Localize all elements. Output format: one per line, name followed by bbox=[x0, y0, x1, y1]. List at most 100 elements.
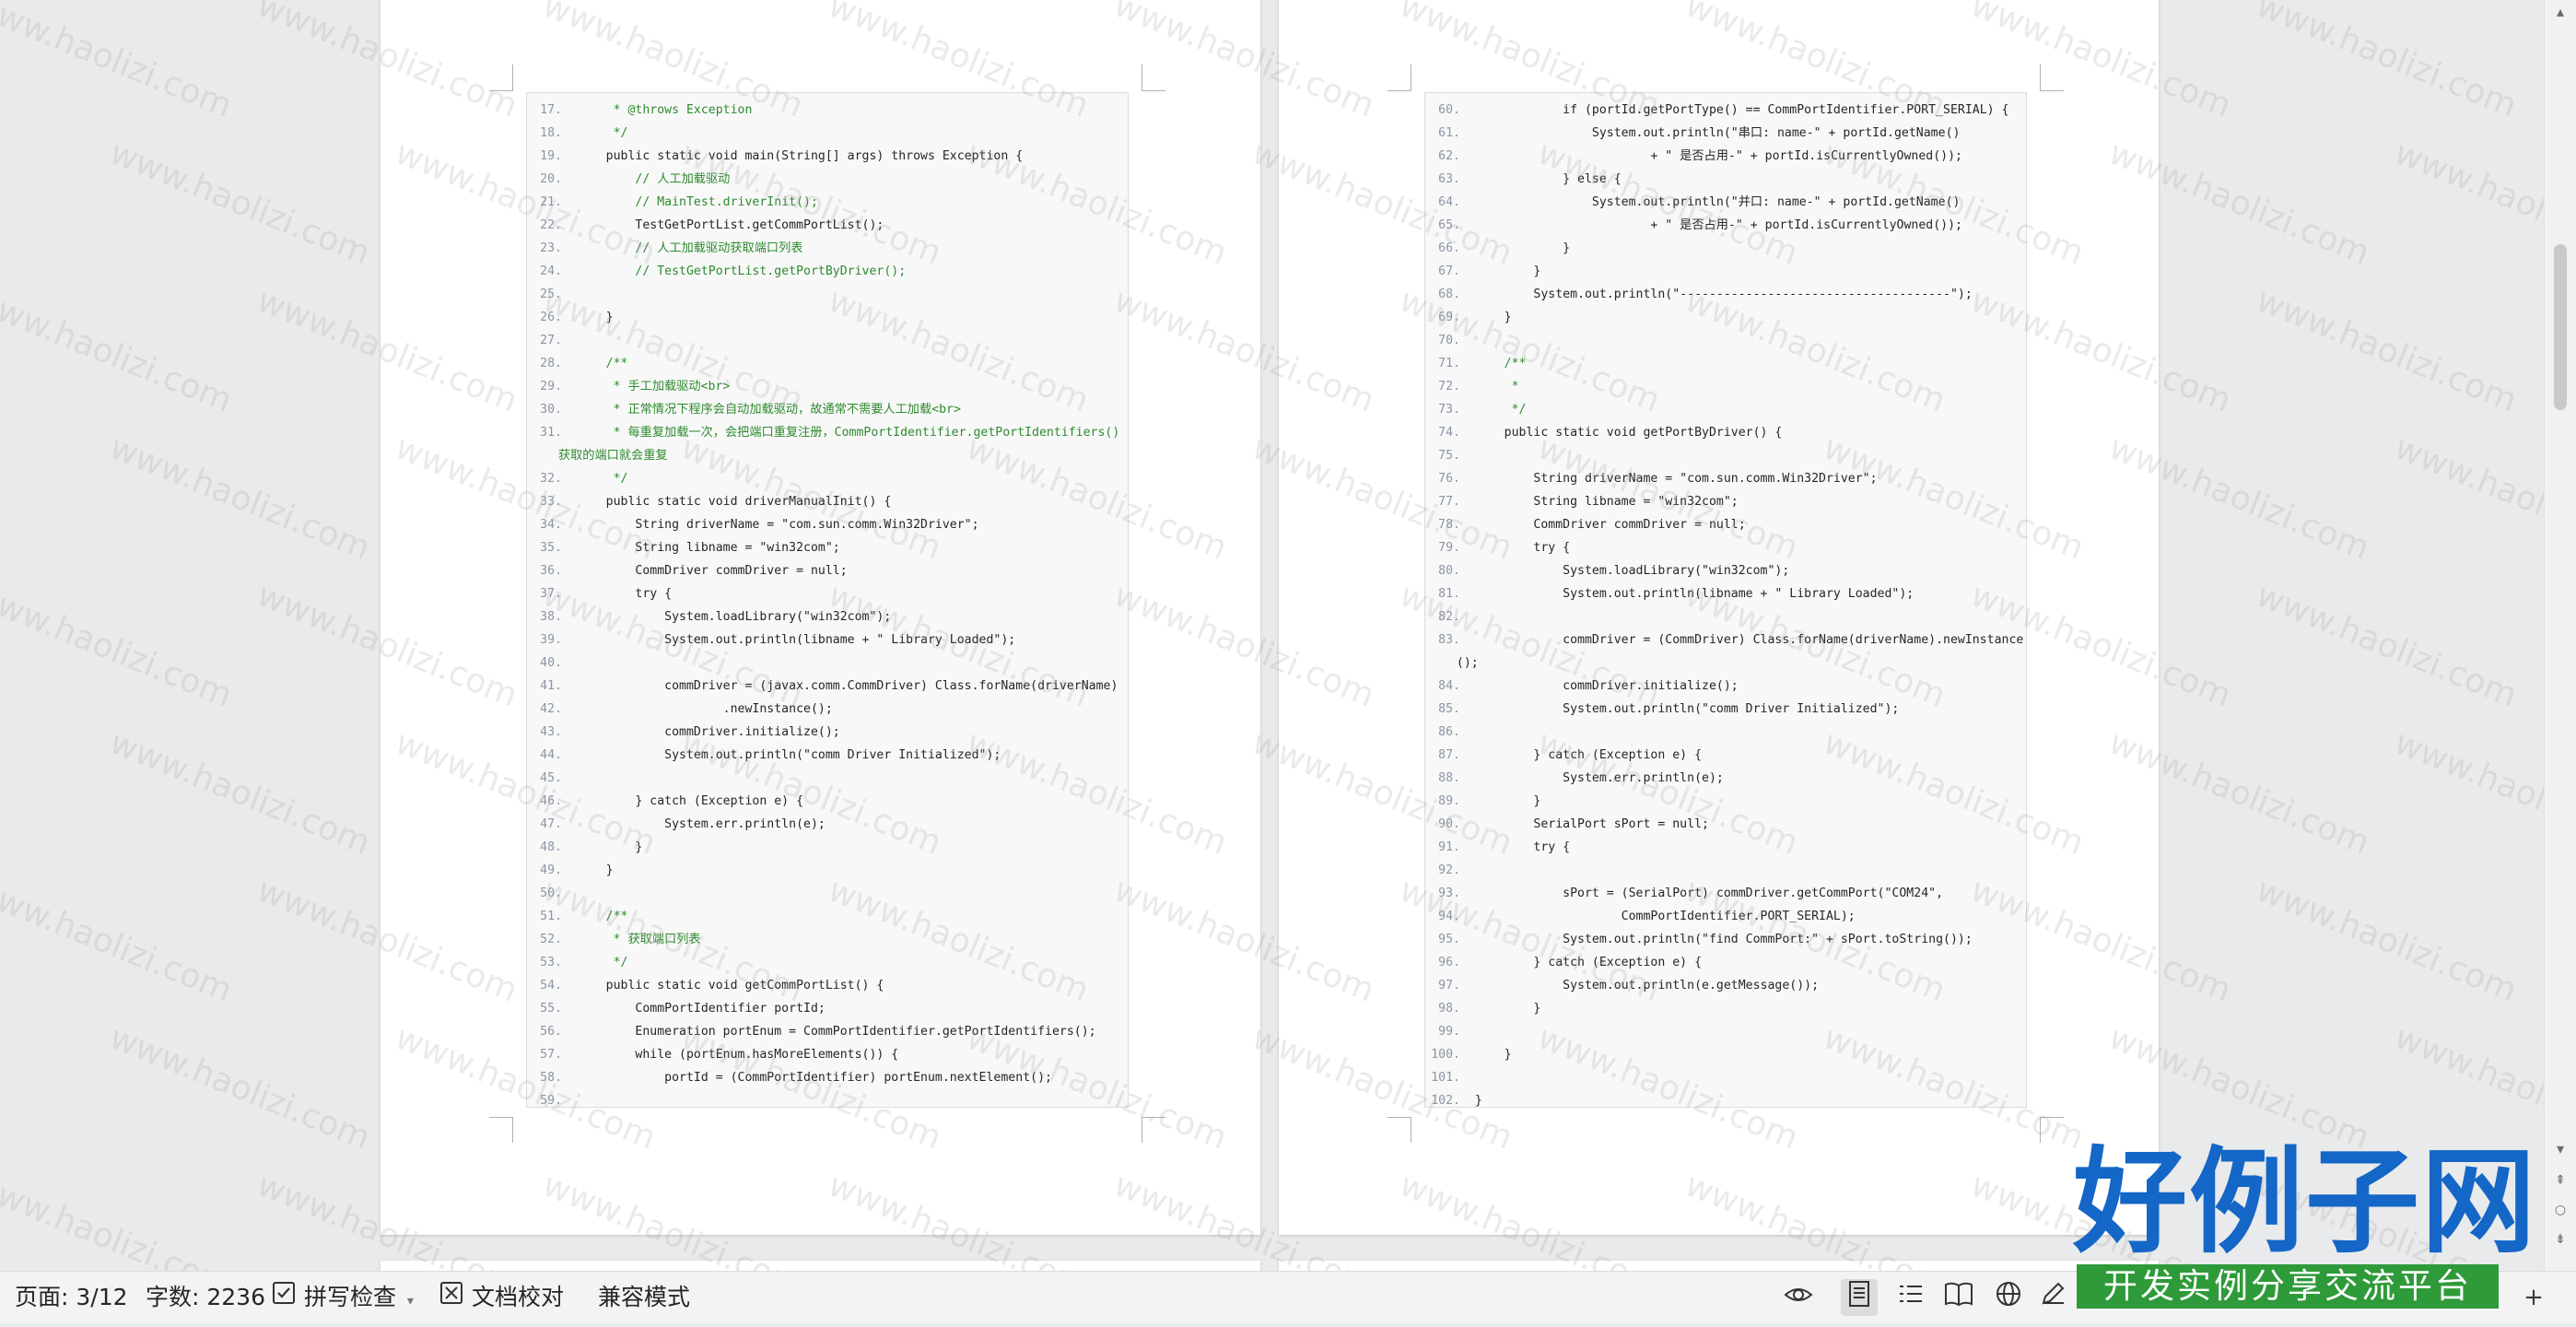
code-text: CommPortIdentifier portId; bbox=[562, 1002, 825, 1016]
code-text: commDriver = (CommDriver) Class.forName(… bbox=[1460, 633, 2024, 647]
plus-icon[interactable]: + bbox=[2515, 1279, 2552, 1316]
next-page-icon[interactable]: ⇟ bbox=[2550, 1229, 2570, 1250]
page-indicator[interactable]: 页面: 3/12 bbox=[15, 1272, 128, 1323]
word-count[interactable]: 字数: 2236 bbox=[146, 1272, 265, 1323]
checkbox-icon bbox=[271, 1273, 297, 1324]
line-number: 51. bbox=[540, 910, 562, 923]
code-line: 68. System.out.println("----------------… bbox=[1425, 283, 2026, 306]
code-text: String libname = "win32com"; bbox=[1460, 495, 1739, 509]
code-block-left[interactable]: 17. * @throws Exception 18. */19. public … bbox=[526, 92, 1129, 1108]
line-number: 23. bbox=[540, 241, 562, 255]
scroll-up-icon[interactable]: ▴ bbox=[2550, 2, 2570, 22]
doc-proof-button[interactable]: 文档校对 bbox=[439, 1272, 564, 1323]
line-number: 59. bbox=[540, 1094, 562, 1108]
code-line: 69. } bbox=[1425, 306, 2026, 329]
code-line: 84. commDriver.initialize(); bbox=[1425, 675, 2026, 698]
code-text: String driverName = "com.sun.comm.Win32D… bbox=[562, 518, 979, 532]
watermark-text: www.haolizi.com bbox=[0, 1166, 238, 1272]
code-line: 50. bbox=[527, 882, 1128, 905]
code-line: 98. } bbox=[1425, 997, 2026, 1020]
line-number: 44. bbox=[540, 748, 562, 762]
crop-mark bbox=[1142, 1117, 1165, 1118]
eye-icon[interactable] bbox=[1780, 1279, 1817, 1316]
code-line: 45. bbox=[527, 767, 1128, 790]
page-view-icon[interactable] bbox=[1841, 1279, 1878, 1316]
code-text: * @throws Exception bbox=[562, 103, 753, 117]
line-number: 88. bbox=[1438, 771, 1460, 785]
globe-icon[interactable] bbox=[1990, 1279, 2027, 1316]
code-line: 19. public static void main(String[] arg… bbox=[527, 145, 1128, 168]
watermark-text: www.haolizi.com bbox=[2389, 134, 2545, 273]
watermark-text: www.haolizi.com bbox=[2251, 281, 2523, 420]
line-number: 77. bbox=[1438, 495, 1460, 509]
code-text: System.out.println("comm Driver Initiali… bbox=[562, 748, 1001, 762]
line-number: 38. bbox=[540, 610, 562, 624]
watermark-text: www.haolizi.com bbox=[0, 0, 238, 125]
pen-icon[interactable] bbox=[2034, 1279, 2071, 1316]
line-number: 99. bbox=[1438, 1025, 1460, 1039]
line-number: 58. bbox=[540, 1071, 562, 1085]
code-text: String libname = "win32com"; bbox=[562, 541, 840, 555]
code-block-right[interactable]: 60. if (portId.getPortType() == CommPort… bbox=[1424, 92, 2027, 1108]
code-text: sPort = (SerialPort) commDriver.getCommP… bbox=[1460, 887, 1944, 900]
line-number: 75. bbox=[1438, 449, 1460, 463]
code-text: } bbox=[1460, 1002, 1541, 1016]
code-line: 85. System.out.println("comm Driver Init… bbox=[1425, 698, 2026, 721]
code-line: 74. public static void getPortByDriver()… bbox=[1425, 421, 2026, 444]
code-text: System.out.println(libname + " Library L… bbox=[1460, 587, 1914, 601]
code-text: String driverName = "com.sun.comm.Win32D… bbox=[1460, 472, 1878, 486]
line-number: 22. bbox=[540, 218, 562, 232]
code-text: * bbox=[1460, 380, 1519, 393]
line-number: 42. bbox=[540, 702, 562, 716]
book-icon[interactable] bbox=[1940, 1279, 1977, 1316]
prev-page-icon[interactable]: ⇞ bbox=[2550, 1170, 2570, 1191]
code-line: 76. String driverName = "com.sun.comm.Wi… bbox=[1425, 467, 2026, 490]
code-text: System.out.println(e.getMessage()); bbox=[1460, 979, 1820, 992]
line-number: 96. bbox=[1438, 956, 1460, 969]
line-number: 82. bbox=[1438, 610, 1460, 624]
code-text: 获取的端口就会重复 bbox=[544, 449, 668, 463]
select-browse-icon[interactable]: ○ bbox=[2550, 1200, 2570, 1220]
code-line: 72. * bbox=[1425, 375, 2026, 398]
code-line: 101. bbox=[1425, 1066, 2026, 1089]
code-line: 62. + " 是否占用-" + portId.isCurrentlyOwned… bbox=[1425, 145, 2026, 168]
line-number: 70. bbox=[1438, 334, 1460, 347]
code-line: 41. commDriver = (javax.comm.CommDriver)… bbox=[527, 675, 1128, 698]
code-text: commDriver.initialize(); bbox=[562, 725, 840, 739]
code-text: Enumeration portEnum = CommPortIdentifie… bbox=[562, 1025, 1096, 1039]
line-number: 91. bbox=[1438, 840, 1460, 854]
code-text: try { bbox=[562, 587, 673, 601]
code-line: 57. while (portEnum.hasMoreElements()) { bbox=[527, 1043, 1128, 1066]
code-line: 95. System.out.println("find CommPort:" … bbox=[1425, 928, 2026, 951]
code-line: 90. SerialPort sPort = null; bbox=[1425, 813, 2026, 836]
code-line: 38. System.loadLibrary("win32com"); bbox=[527, 605, 1128, 628]
line-number: 62. bbox=[1438, 149, 1460, 163]
line-number: 50. bbox=[540, 887, 562, 900]
crop-mark bbox=[2040, 90, 2064, 91]
line-number: 19. bbox=[540, 149, 562, 163]
line-number: 53. bbox=[540, 956, 562, 969]
code-text: + " 是否占用-" + portId.isCurrentlyOwned()); bbox=[1460, 149, 1963, 163]
line-number: 47. bbox=[540, 817, 562, 831]
scrollbar-thumb[interactable] bbox=[2554, 244, 2567, 410]
chevron-down-icon[interactable]: ▾ bbox=[407, 1294, 414, 1309]
code-text: + " 是否占用-" + portId.isCurrentlyOwned()); bbox=[1460, 218, 1963, 232]
code-line: 81. System.out.println(libname + " Libra… bbox=[1425, 582, 2026, 605]
line-number: 48. bbox=[540, 840, 562, 854]
line-number: 66. bbox=[1438, 241, 1460, 255]
line-number: 94. bbox=[1438, 910, 1460, 923]
line-number: 97. bbox=[1438, 979, 1460, 992]
code-text: System.out.println("串口: name-" + portId.… bbox=[1460, 126, 1961, 140]
code-line: 55. CommPortIdentifier portId; bbox=[527, 997, 1128, 1020]
document-viewport[interactable]: 17. * @throws Exception 18. */19. public … bbox=[0, 0, 2545, 1272]
scroll-down-icon[interactable]: ▾ bbox=[2550, 1139, 2570, 1159]
code-line: 22. TestGetPortList.getCommPortList(); bbox=[527, 214, 1128, 237]
watermark-text: www.haolizi.com bbox=[2251, 0, 2523, 125]
code-text: } catch (Exception e) { bbox=[562, 794, 804, 808]
code-text: portId = (CommPortIdentifier) portEnum.n… bbox=[562, 1071, 1052, 1085]
code-line: 23. // 人工加载驱动获取端口列表 bbox=[527, 237, 1128, 260]
outline-icon[interactable] bbox=[1892, 1279, 1929, 1316]
vertical-scrollbar[interactable]: ▴ ▾ ⇞ ○ ⇟ bbox=[2544, 0, 2576, 1272]
spell-check-button[interactable]: 拼写检查 ▾ bbox=[271, 1272, 414, 1323]
